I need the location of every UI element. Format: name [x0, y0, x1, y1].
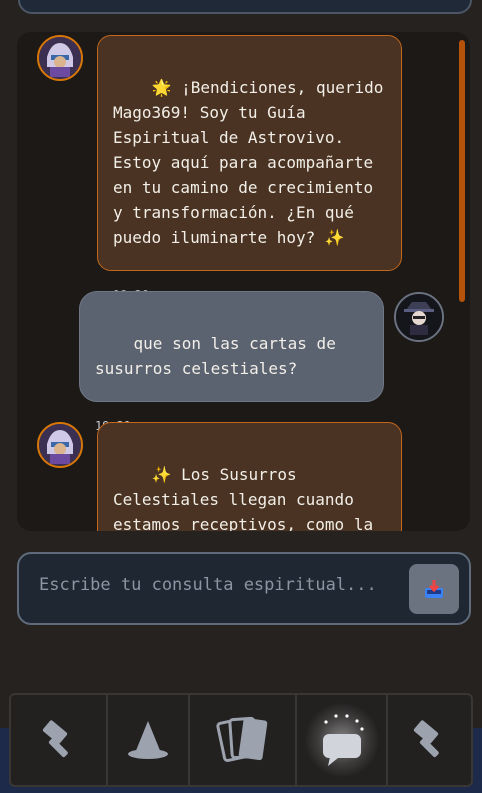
user-avatar [394, 292, 444, 342]
chat-panel[interactable]: 🌟 ¡Bendiciones, querido Mago369! Soy tu … [17, 32, 470, 531]
send-button[interactable] [409, 564, 459, 614]
nav-item-chat[interactable] [297, 695, 388, 785]
bot-message: ✨ Los Susurros Celestiales llegan cuando… [97, 422, 402, 531]
chat-bubble-icon [322, 714, 364, 766]
hammer-icon [42, 720, 68, 758]
message-text: ✨ Los Susurros Celestiales llegan cuando… [113, 465, 374, 531]
nav-item-wizard[interactable] [108, 695, 190, 785]
message-input-bar[interactable]: Escribe tu consulta espiritual... [17, 552, 471, 625]
hammer-icon [413, 720, 439, 758]
cards-icon [215, 716, 267, 763]
bot-avatar [37, 35, 83, 81]
bot-message: 🌟 ¡Bendiciones, querido Mago369! Soy tu … [97, 35, 402, 302]
user-message: que son las cartas de susurros celestial… [79, 291, 384, 433]
nav-item-cards[interactable] [190, 695, 297, 785]
message-text: que son las cartas de susurros celestial… [95, 334, 346, 378]
wizard-hat-icon [128, 721, 168, 759]
scrollbar-thumb[interactable] [459, 40, 465, 302]
bot-avatar [37, 422, 83, 468]
inbox-tray-icon [425, 580, 443, 598]
nav-item-tools[interactable] [11, 695, 108, 785]
bottom-nav [9, 693, 473, 787]
nav-item-tools-2[interactable] [388, 695, 471, 785]
message-text: 🌟 ¡Bendiciones, querido Mago369! Soy tu … [113, 78, 394, 247]
previous-card [18, 0, 472, 14]
message-input[interactable]: Escribe tu consulta espiritual... [39, 575, 377, 595]
